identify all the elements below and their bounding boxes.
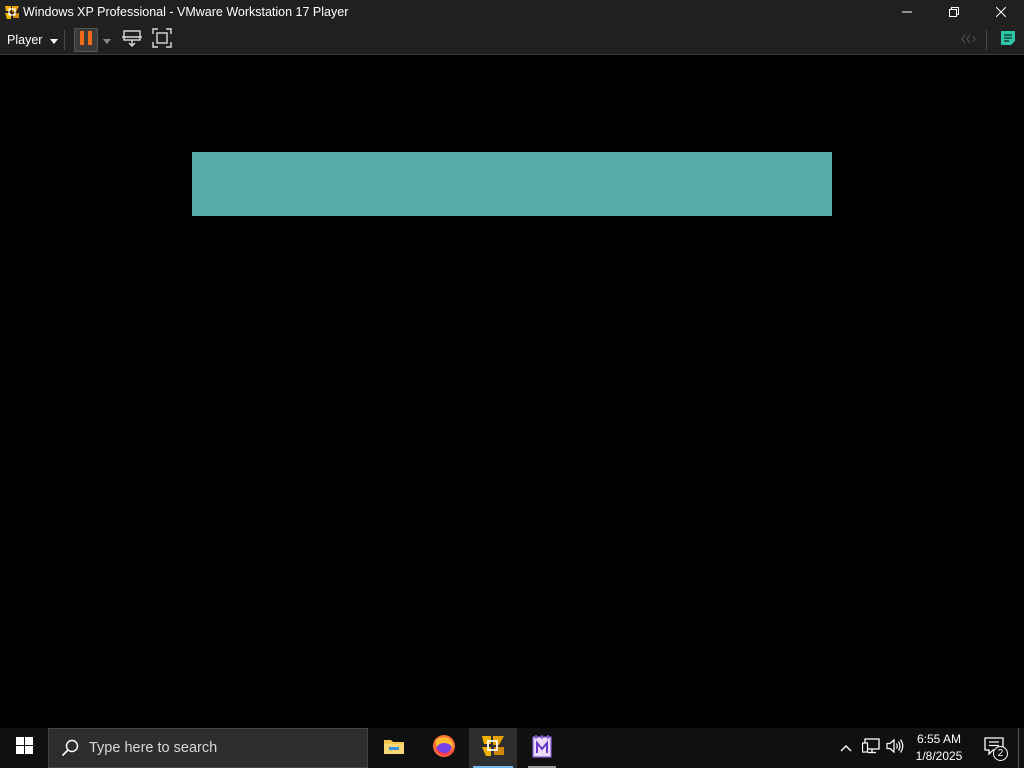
vm-boot-bar xyxy=(192,152,832,216)
player-menu-button[interactable]: Player xyxy=(2,27,63,52)
vmware-player-icon xyxy=(3,3,21,21)
player-toolbar: Player xyxy=(0,24,1024,55)
close-button[interactable] xyxy=(977,0,1024,24)
search-placeholder: Type here to search xyxy=(89,740,218,756)
close-icon xyxy=(995,7,1006,17)
firefox-icon xyxy=(432,734,456,763)
clock-date: 1/8/2025 xyxy=(915,749,963,763)
unity-button[interactable] xyxy=(958,28,980,52)
notepad-icon xyxy=(531,734,553,763)
chevron-down-icon xyxy=(50,33,59,47)
send-ctrl-alt-del-icon xyxy=(122,29,142,52)
network-tray-button[interactable] xyxy=(860,728,882,768)
vm-display[interactable] xyxy=(0,56,1024,728)
volume-tray-button[interactable] xyxy=(884,728,906,768)
fullscreen-button[interactable] xyxy=(150,27,174,53)
taskbar-search-box[interactable]: Type here to search xyxy=(48,728,368,768)
taskbar-clock[interactable]: 6:55 AM 1/8/2025 xyxy=(908,728,970,768)
unity-icon xyxy=(961,31,977,49)
clock-time: 6:55 AM xyxy=(916,732,962,746)
minimize-button[interactable] xyxy=(883,0,930,24)
taskbar-app-notepad-plus[interactable] xyxy=(518,728,566,768)
title-bar: Windows XP Professional - VMware Worksta… xyxy=(0,0,1024,24)
taskbar-app-firefox[interactable] xyxy=(420,728,468,768)
search-icon xyxy=(61,739,79,757)
taskbar-app-vmware-player[interactable] xyxy=(469,728,517,768)
dropdown-arrow-icon xyxy=(103,31,111,49)
power-options-dropdown[interactable] xyxy=(100,28,114,52)
taskbar-app-file-explorer[interactable] xyxy=(370,728,418,768)
pause-button[interactable] xyxy=(74,28,98,52)
send-ctrl-alt-del-button[interactable] xyxy=(120,28,144,52)
volume-icon xyxy=(886,738,904,759)
pause-icon xyxy=(79,30,93,51)
show-hidden-icons-button[interactable] xyxy=(836,728,856,768)
restore-icon xyxy=(948,7,959,17)
windows-logo-icon xyxy=(15,737,33,759)
minimize-icon xyxy=(901,7,912,17)
taskbar: Type here to search 6:55 AM 1/8/2025 2 xyxy=(0,728,1024,768)
notification-count-badge: 2 xyxy=(993,746,1008,761)
message-log-icon xyxy=(999,29,1017,52)
start-button[interactable] xyxy=(0,728,48,768)
toolbar-divider xyxy=(64,30,65,50)
message-log-button[interactable] xyxy=(996,28,1020,52)
folder-icon xyxy=(383,737,405,760)
chevron-up-icon xyxy=(840,739,852,757)
toolbar-divider xyxy=(986,30,987,50)
window-title: Windows XP Professional - VMware Worksta… xyxy=(23,5,349,19)
action-center-button[interactable]: 2 xyxy=(974,728,1014,768)
restore-button[interactable] xyxy=(930,0,977,24)
fullscreen-icon xyxy=(152,27,172,53)
player-menu-label: Player xyxy=(7,32,43,47)
network-icon xyxy=(861,737,880,759)
vmware-player-icon xyxy=(480,733,506,764)
show-desktop-button[interactable] xyxy=(1018,728,1024,768)
